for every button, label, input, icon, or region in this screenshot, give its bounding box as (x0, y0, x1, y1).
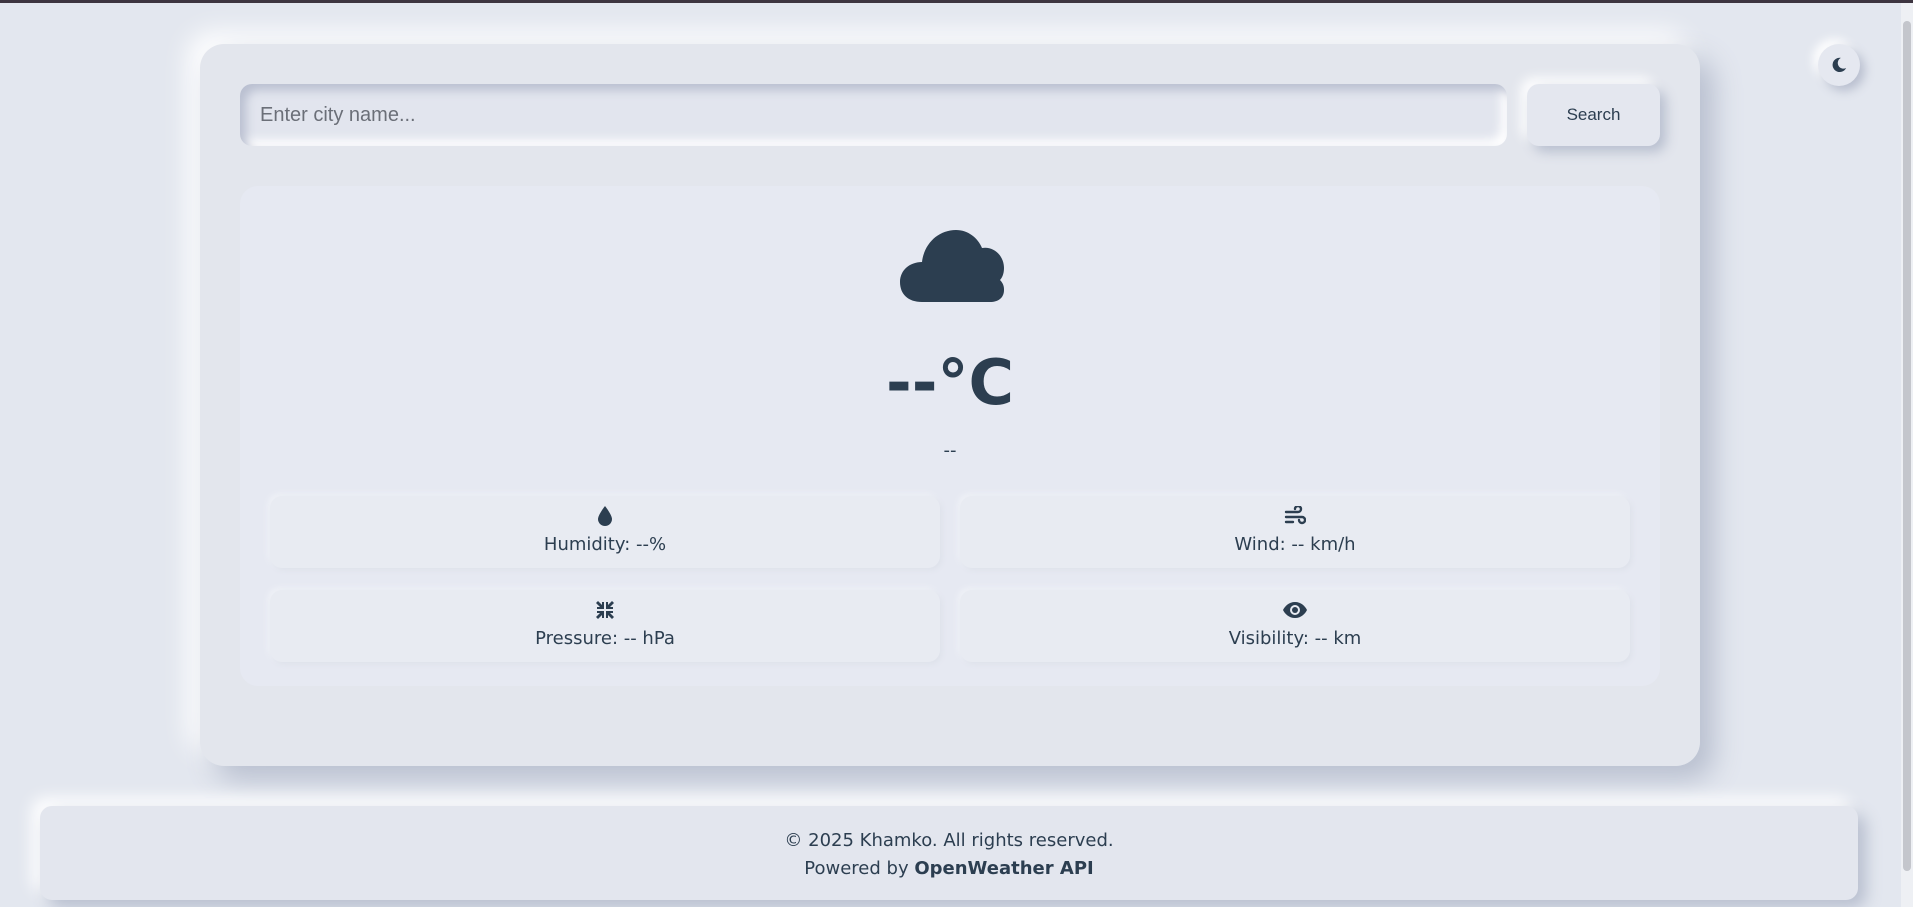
humidity-label: Humidity: --% (543, 534, 667, 555)
powered-by-prefix: Powered by (804, 858, 915, 879)
weather-display: --°C -- Humidity: --% Wind: -- km/h Pres… (240, 186, 1660, 686)
page-scrollbar[interactable] (1901, 3, 1913, 907)
openweather-api-link[interactable]: OpenWeather API (914, 858, 1093, 879)
wind-label: Wind: -- km/h (1234, 534, 1356, 555)
weather-card: Search --°C -- Humidity: --% Wind: (200, 44, 1700, 766)
copyright-text: © 2025 Khamko. All rights reserved. (784, 830, 1114, 851)
visibility-detail: Visibility: -- km (960, 590, 1630, 662)
scrollbar-thumb[interactable] (1903, 21, 1911, 871)
search-button[interactable]: Search (1527, 84, 1660, 146)
city-search-input[interactable] (240, 84, 1507, 146)
pressure-detail: Pressure: -- hPa (270, 590, 940, 662)
powered-by-text: Powered by OpenWeather API (40, 858, 1858, 879)
cloud-icon (900, 230, 1004, 302)
droplet-icon (598, 506, 612, 526)
moon-icon (1832, 57, 1847, 73)
humidity-detail: Humidity: --% (270, 496, 940, 568)
wind-detail: Wind: -- km/h (960, 496, 1630, 568)
wind-icon (1284, 506, 1306, 525)
visibility-label: Visibility: -- km (1228, 628, 1362, 649)
weather-description: -- (943, 440, 957, 461)
window-top-border (0, 0, 1913, 3)
temperature-value: --°C (886, 346, 1014, 419)
compress-icon (596, 601, 614, 619)
pressure-label: Pressure: -- hPa (535, 628, 675, 649)
footer: © 2025 Khamko. All rights reserved. Powe… (40, 806, 1858, 900)
eye-icon (1283, 602, 1307, 618)
theme-toggle-button[interactable] (1818, 44, 1860, 86)
